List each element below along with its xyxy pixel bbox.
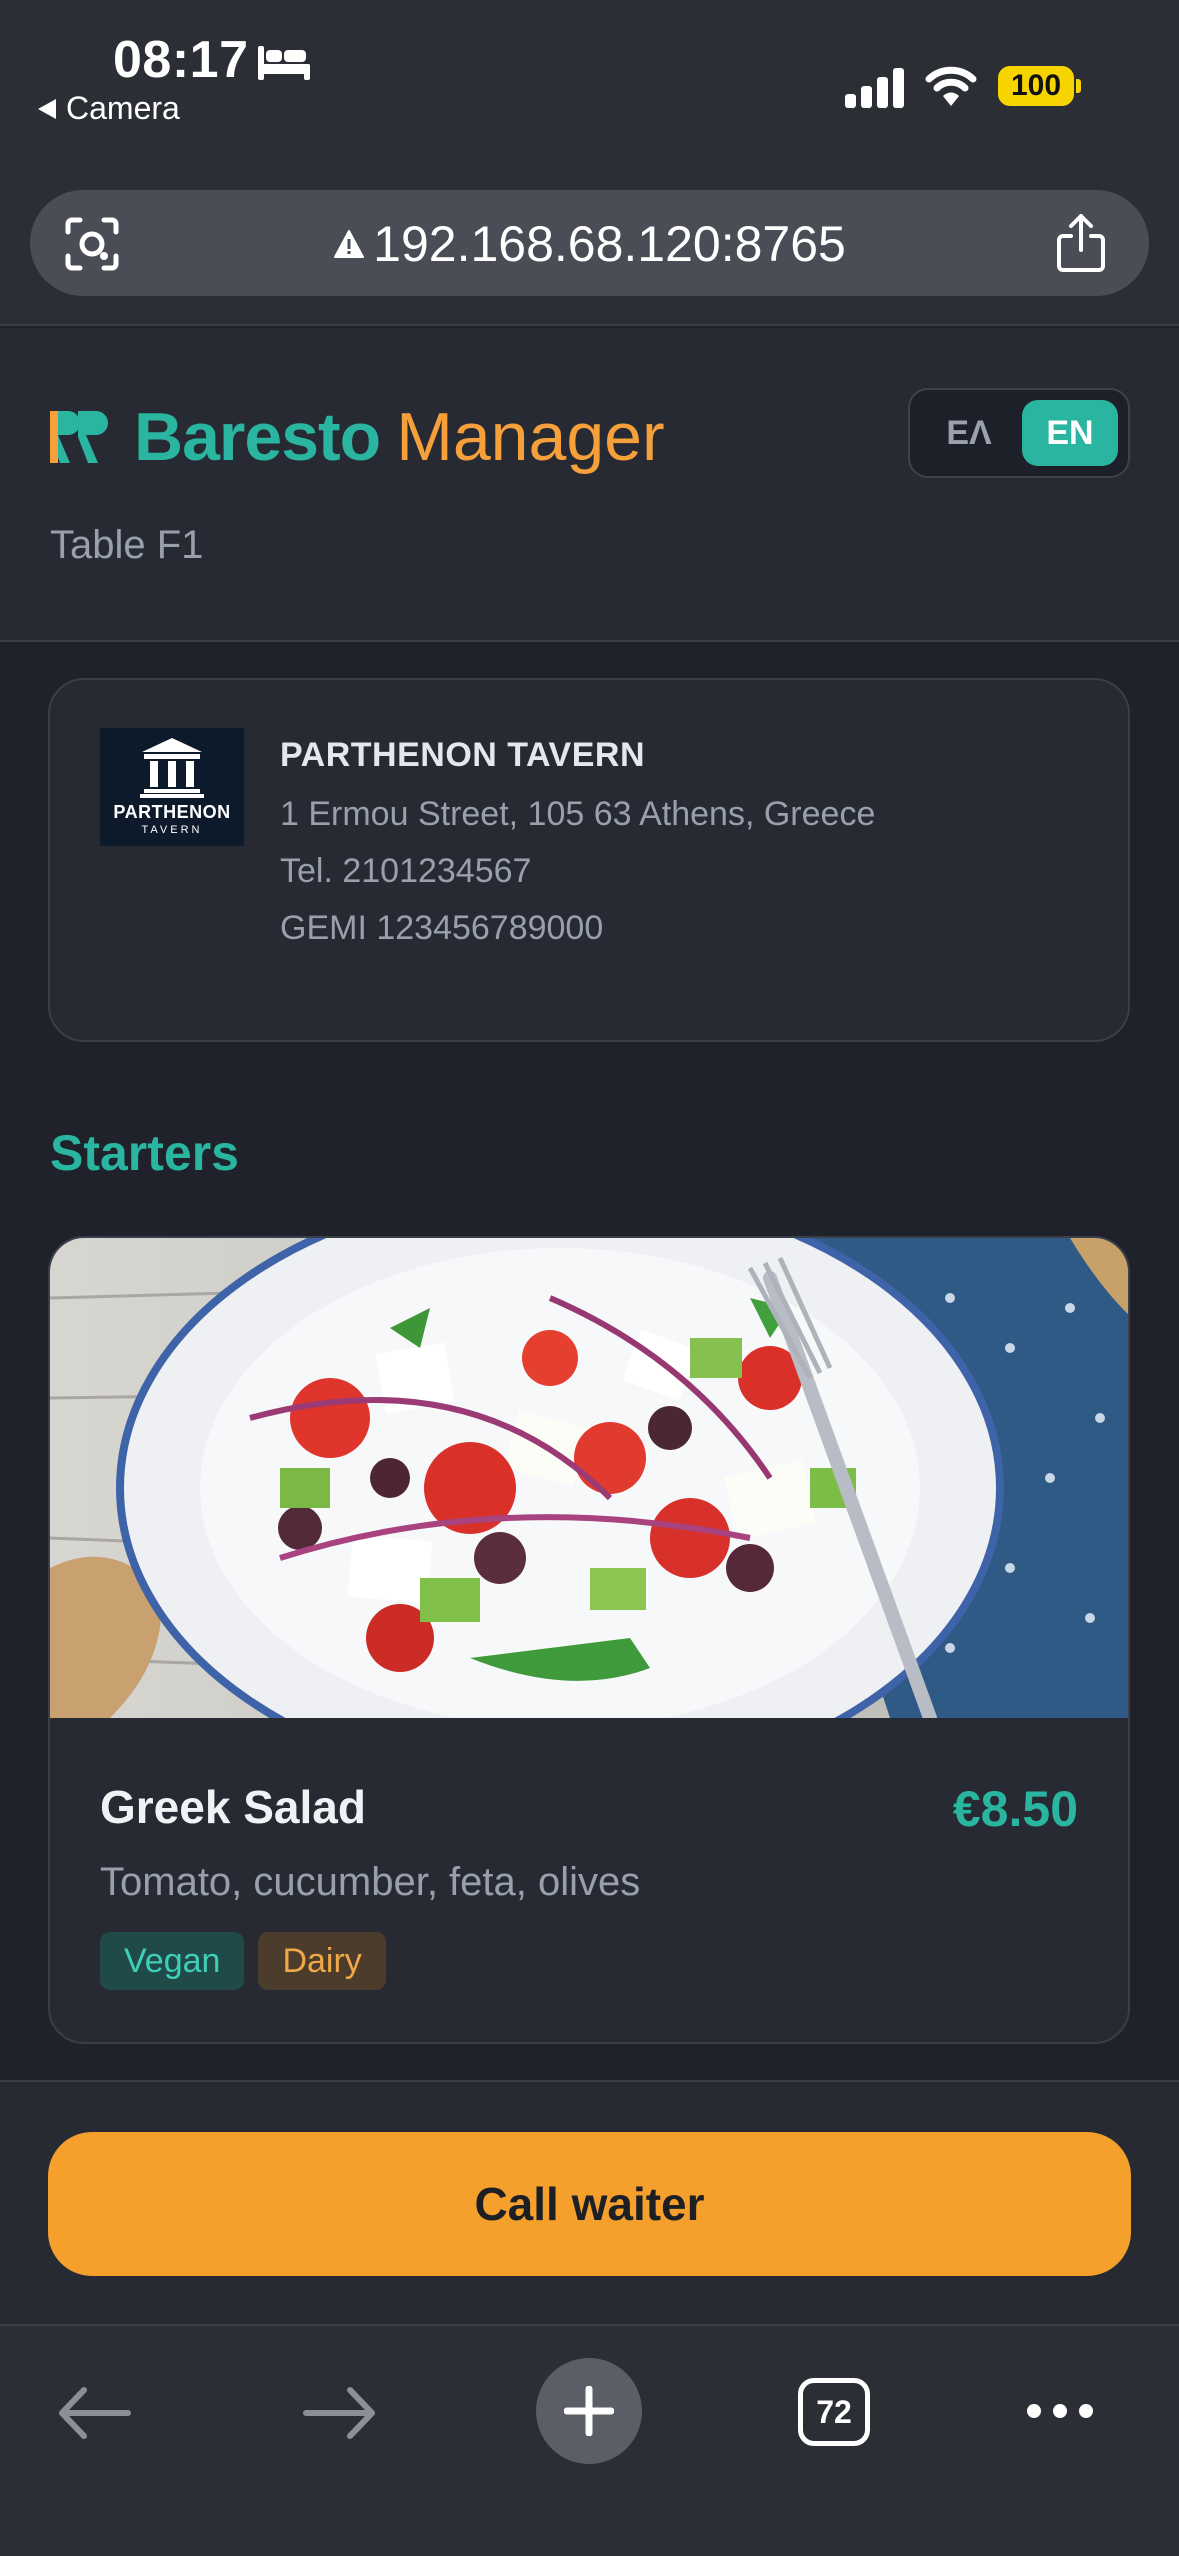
back-app-label: Camera <box>66 90 180 126</box>
browser-top-chrome: 08:17 Camera 100 192.168.68.120:8765 <box>0 0 1179 326</box>
brand-logo: Baresto Manager <box>48 398 665 476</box>
menu-item-card[interactable]: Greek Salad €8.50 Tomato, cucumber, feta… <box>48 1236 1130 2044</box>
dish-tags: Vegan Dairy <box>100 1932 386 1990</box>
share-icon[interactable] <box>1053 212 1109 274</box>
brand-secondary: Manager <box>396 399 665 475</box>
warning-icon <box>334 230 365 258</box>
tag-dairy: Dairy <box>258 1932 386 1990</box>
venue-phone: Tel. 2101234567 <box>280 852 532 890</box>
dish-name: Greek Salad <box>100 1781 366 1833</box>
venue-info: PARTHENON TAVERN 1 Ermou Street, 105 63 … <box>280 736 875 966</box>
venue-logo-name: PARTHENON <box>113 802 231 822</box>
tabs-count-button[interactable]: 72 <box>798 2378 870 2446</box>
back-to-app-link[interactable]: Camera <box>38 90 180 127</box>
url-text: 192.168.68.120:8765 <box>373 216 846 272</box>
section-title-starters: Starters <box>50 1125 239 1181</box>
lang-option-en[interactable]: EN <box>1022 400 1118 466</box>
lang-option-el[interactable]: ΕΛ <box>924 402 1014 464</box>
logo-mark-icon <box>50 411 108 463</box>
forward-arrow-icon[interactable] <box>302 2384 378 2442</box>
venue-card: PARTHENON TAVERN PARTHENON TAVERN 1 Ermo… <box>48 678 1130 1042</box>
tag-vegan: Vegan <box>100 1932 245 1990</box>
app-header: Baresto Manager ΕΛ EN Table F1 <box>0 328 1179 642</box>
temple-icon <box>140 738 204 798</box>
venue-gemi: GEMI 123456789000 <box>280 909 604 947</box>
status-time: 08:17 <box>113 31 249 89</box>
back-arrow-icon[interactable] <box>56 2384 132 2442</box>
battery-indicator: 100 <box>998 66 1081 106</box>
dish-price: €8.50 <box>952 1781 1078 1837</box>
dish-photo <box>50 1238 1128 1718</box>
brand-primary: Baresto <box>134 399 381 475</box>
browser-bottom-toolbar: 72 <box>0 2324 1179 2556</box>
signal-icon <box>845 68 904 108</box>
more-icon[interactable] <box>1024 2398 1096 2424</box>
dish-description: Tomato, cucumber, feta, olives <box>100 1860 641 1904</box>
main-content[interactable]: PARTHENON TAVERN PARTHENON TAVERN 1 Ermo… <box>0 642 1179 2080</box>
venue-logo: PARTHENON TAVERN <box>100 728 244 846</box>
table-label: Table F1 <box>50 523 204 567</box>
bed-icon <box>258 46 310 80</box>
wifi-icon <box>925 66 977 106</box>
new-tab-button[interactable] <box>536 2358 642 2464</box>
plus-icon <box>564 2386 614 2436</box>
call-waiter-button[interactable]: Call waiter <box>48 2132 1131 2276</box>
venue-logo-sub: TAVERN <box>141 824 203 836</box>
footer-bar: Call waiter <box>0 2080 1179 2324</box>
back-triangle-icon <box>38 98 56 119</box>
url-display[interactable]: 192.168.68.120:8765 <box>30 215 1149 273</box>
venue-address: 1 Ermou Street, 105 63 Athens, Greece <box>280 795 876 833</box>
language-toggle: ΕΛ EN <box>908 388 1130 478</box>
url-bar[interactable]: 192.168.68.120:8765 <box>30 190 1149 296</box>
venue-name: PARTHENON TAVERN <box>280 736 645 774</box>
